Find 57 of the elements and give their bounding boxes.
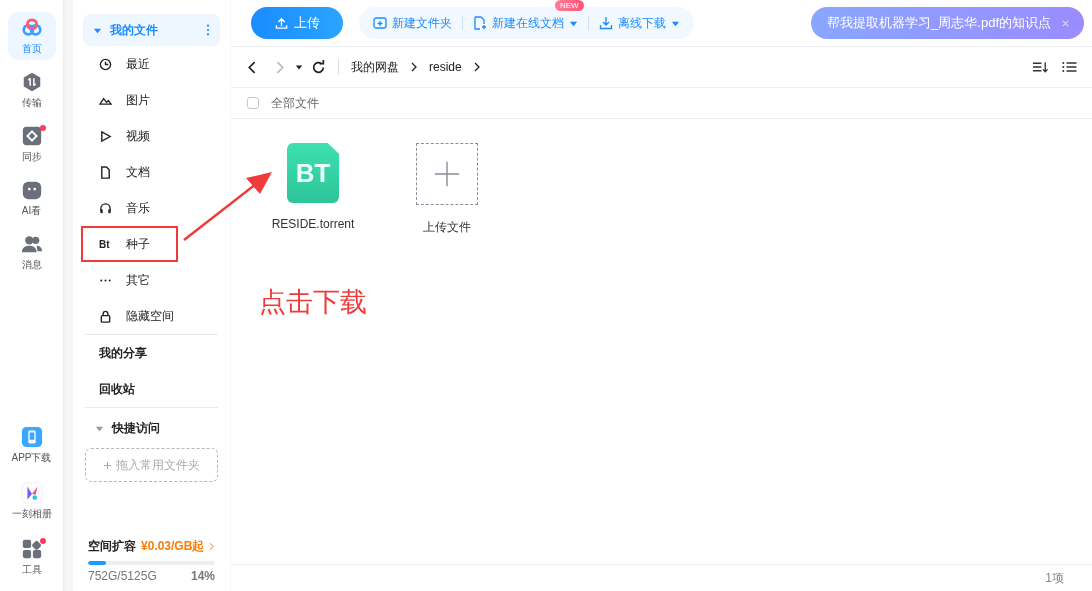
- headphones-icon: [99, 201, 112, 215]
- new-badge: NEW: [555, 0, 584, 11]
- plus-icon: [103, 460, 112, 470]
- rail-item[interactable]: APP下载: [7, 421, 56, 469]
- item-count: 1项: [1045, 569, 1064, 587]
- sidebar-item[interactable]: 文档: [83, 154, 220, 190]
- file-name: RESIDE.torrent: [271, 217, 355, 231]
- breadcrumb-item[interactable]: reside: [429, 60, 462, 74]
- quick-access-header[interactable]: 快捷访问: [85, 408, 218, 448]
- rail-item[interactable]: 传输: [7, 66, 56, 114]
- cloud-icon: [20, 16, 43, 39]
- plus-icon: [433, 160, 461, 188]
- download-icon: [599, 16, 613, 30]
- sort-icon[interactable]: [1032, 60, 1049, 74]
- sidebar-item[interactable]: 音乐: [83, 190, 220, 226]
- document-plus-icon: [473, 16, 487, 30]
- rail-item[interactable]: 同步: [7, 120, 56, 168]
- clock-icon: [99, 57, 112, 71]
- notification-dot: [39, 538, 46, 544]
- storage-label: 空间扩容: [88, 538, 136, 555]
- file-name: 上传文件: [423, 219, 471, 236]
- sidebar-item[interactable]: 隐藏空间: [83, 298, 220, 334]
- sidebar-item[interactable]: Bt 种子: [81, 226, 178, 262]
- rail-item[interactable]: AI看: [7, 174, 56, 222]
- storage-usage: 752G/5125G: [88, 569, 157, 583]
- storage-percent: 14%: [190, 569, 215, 583]
- notification-dot: [39, 125, 46, 131]
- apps-icon: [20, 537, 43, 560]
- refresh-icon[interactable]: [311, 59, 326, 75]
- rail-item[interactable]: 消息: [7, 228, 56, 276]
- chevron-right-icon: [209, 542, 215, 551]
- butterfly-icon: [20, 481, 43, 504]
- upload-icon: [274, 16, 288, 30]
- lock-icon: [99, 309, 112, 323]
- sidebar-item[interactable]: 视频: [83, 118, 220, 154]
- caret-icon[interactable]: [295, 63, 303, 71]
- sidebar-item[interactable]: 其它: [83, 262, 220, 298]
- sidebar-link[interactable]: 我的分享: [85, 335, 218, 371]
- sidebar-link[interactable]: 回收站: [85, 371, 218, 407]
- upload-tile[interactable]: [416, 143, 478, 205]
- folder-plus-icon: [373, 16, 387, 30]
- document-icon: [99, 165, 112, 179]
- chevron-right-icon: [473, 62, 480, 72]
- rail-item[interactable]: 工具: [7, 533, 56, 581]
- sidebar-item[interactable]: 最近: [83, 46, 220, 82]
- list-view-icon[interactable]: [1061, 60, 1078, 74]
- rail-item[interactable]: 一刻相册: [7, 477, 56, 525]
- all-files-label: 全部文件: [271, 94, 319, 112]
- chevron-right-icon: [411, 62, 417, 72]
- annotation-text: 点击下载: [259, 286, 368, 319]
- phone-icon: [20, 425, 43, 448]
- play-icon: [99, 129, 112, 143]
- sidebar-item[interactable]: 图片: [83, 82, 220, 118]
- sync-icon: [20, 124, 43, 147]
- more-icon: [206, 24, 210, 36]
- select-all-checkbox[interactable]: [247, 97, 259, 109]
- breadcrumb-item[interactable]: 我的网盘: [351, 58, 399, 76]
